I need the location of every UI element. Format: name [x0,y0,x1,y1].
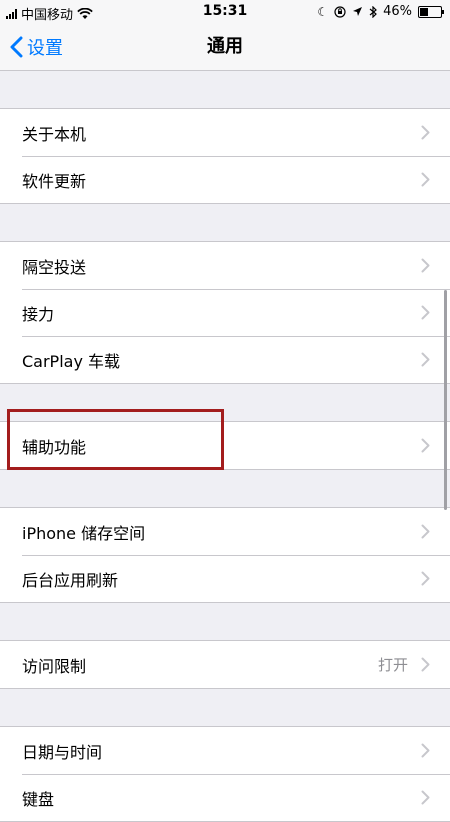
chevron-right-icon [421,438,430,457]
chevron-right-icon [421,172,430,191]
chevron-right-icon [421,657,430,676]
chevron-right-icon [421,743,430,762]
navigation-bar: 设置 通用 [0,24,450,71]
settings-group: 隔空投送接力 CarPlay 车载 [0,241,450,384]
settings-row-label: iPhone 储存空间 [22,523,146,543]
settings-row-label: 后台应用刷新 [22,570,119,590]
settings-row-label: 接力 [22,304,55,324]
settings-row[interactable]: CarPlay 车载 [0,336,450,383]
settings-row[interactable]: 键盘 [0,774,450,821]
settings-row-label: CarPlay 车载 [22,351,121,371]
annotation-highlight-box [7,409,224,470]
settings-row[interactable]: 接力 [0,289,450,336]
status-right: ☾ 46% [317,4,444,19]
status-bar: 中国移动 15:31 ☾ 46% [0,0,450,24]
settings-row[interactable]: 日期与时间 [0,727,450,774]
battery-percent: 46% [383,4,412,19]
settings-row[interactable]: 隔空投送 [0,242,450,289]
chevron-right-icon [421,352,430,371]
chevron-right-icon [421,524,430,543]
settings-row-label: 关于本机 [22,124,87,144]
settings-row-label: 日期与时间 [22,742,103,762]
scrollbar[interactable] [444,290,447,510]
settings-group: 关于本机 软件更新 [0,108,450,204]
settings-row-label: 软件更新 [22,171,87,191]
settings-row[interactable]: 后台应用刷新 [0,555,450,602]
settings-row-label: 键盘 [22,789,55,809]
moon-icon: ☾ [317,4,329,19]
settings-row-label: 访问限制 [22,656,87,676]
bluetooth-icon [369,5,377,18]
settings-row[interactable]: 软件更新 [0,156,450,203]
settings-group: iPhone 储存空间 后台应用刷新 [0,507,450,603]
page-title: 通用 [207,36,243,57]
settings-group: 日期与时间 键盘 [0,726,450,822]
location-icon [353,7,363,16]
chevron-right-icon [421,125,430,144]
settings-row[interactable]: iPhone 储存空间 [0,508,450,555]
chevron-right-icon [421,571,430,590]
battery-icon [418,5,444,18]
settings-row[interactable]: 访问限制 打开 [0,641,450,688]
settings-row-value: 打开 [377,656,408,674]
chevron-right-icon [421,258,430,277]
settings-row-label: 隔空投送 [22,257,87,277]
chevron-right-icon [421,305,430,324]
settings-row[interactable]: 关于本机 [0,109,450,156]
lock-rotation-icon [334,5,346,18]
settings-group: 访问限制 打开 [0,640,450,689]
